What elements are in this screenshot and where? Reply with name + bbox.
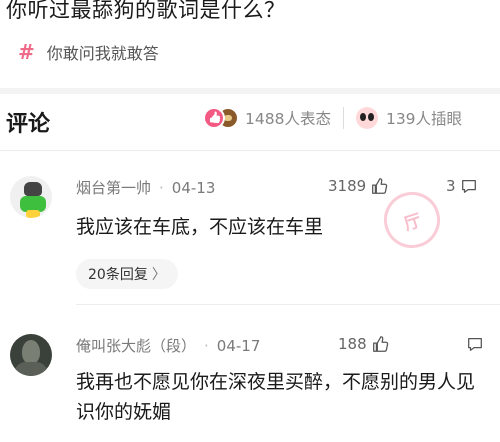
reply-count: 3	[446, 177, 456, 195]
thumb-up-icon	[372, 178, 388, 194]
avatar[interactable]	[10, 176, 52, 218]
topic-tag[interactable]: # 你敢问我就敢答	[18, 40, 159, 64]
question-title: 你听过最舔狗的歌词是什么？	[6, 0, 286, 22]
avatar-leg-shape	[26, 210, 40, 218]
topic-tag-label: 你敢问我就敢答	[46, 44, 159, 63]
comment-meta: 烟台第一帅 · 04-13	[76, 177, 215, 198]
comment-divider	[76, 304, 500, 305]
reply-button[interactable]	[462, 335, 484, 353]
thumb-up-reaction-icon	[203, 107, 225, 129]
comment-text: 我再也不愿见你在深夜里买醉，不愿别的男人见识你的妩媚	[76, 371, 476, 423]
avatar-shoulders-shape	[14, 362, 48, 376]
like-count: 188	[338, 335, 367, 353]
comment-date: 04-17	[216, 336, 261, 355]
like-count: 3189	[328, 177, 367, 195]
header-divider	[0, 150, 500, 151]
avatar-face-shape	[22, 340, 40, 364]
thumb-up-icon	[372, 336, 388, 352]
avatar[interactable]	[10, 334, 52, 376]
illustrations-count[interactable]: 139人插眼	[386, 107, 462, 129]
like-button[interactable]: 3189	[328, 177, 388, 195]
comment-bubble-icon	[461, 179, 476, 193]
comment-username[interactable]: 烟台第一帅	[76, 177, 151, 198]
comment-bubble-icon	[468, 337, 482, 351]
eyes-face-icon	[355, 107, 378, 129]
like-button[interactable]: 188	[338, 335, 389, 353]
comments-title: 评论	[6, 112, 51, 137]
comment-date: 04-13	[171, 178, 216, 197]
meta-dot: ·	[159, 178, 164, 197]
watermark-stamp: 厅	[376, 184, 448, 256]
view-replies-button[interactable]: 20条回复 〉	[76, 259, 178, 289]
reactions-count: 1488人表态	[245, 110, 331, 128]
chevron-right-icon: 〉	[151, 267, 166, 283]
meta-dot: ·	[204, 336, 209, 355]
reactions-bar[interactable]: 1488人表态 139人插眼	[203, 107, 462, 129]
comments-header: 评论 1488人表态 139人插眼	[0, 94, 500, 150]
reply-button[interactable]: 3	[446, 177, 478, 195]
comment-username[interactable]: 俺叫张大彪（段）	[76, 335, 196, 356]
avatar-head-shape	[24, 182, 42, 196]
reactions-separator	[342, 107, 344, 129]
hash-icon: #	[18, 40, 35, 64]
view-replies-label: 20条回复	[88, 267, 148, 283]
comment-meta: 俺叫张大彪（段） · 04-17	[76, 335, 260, 356]
